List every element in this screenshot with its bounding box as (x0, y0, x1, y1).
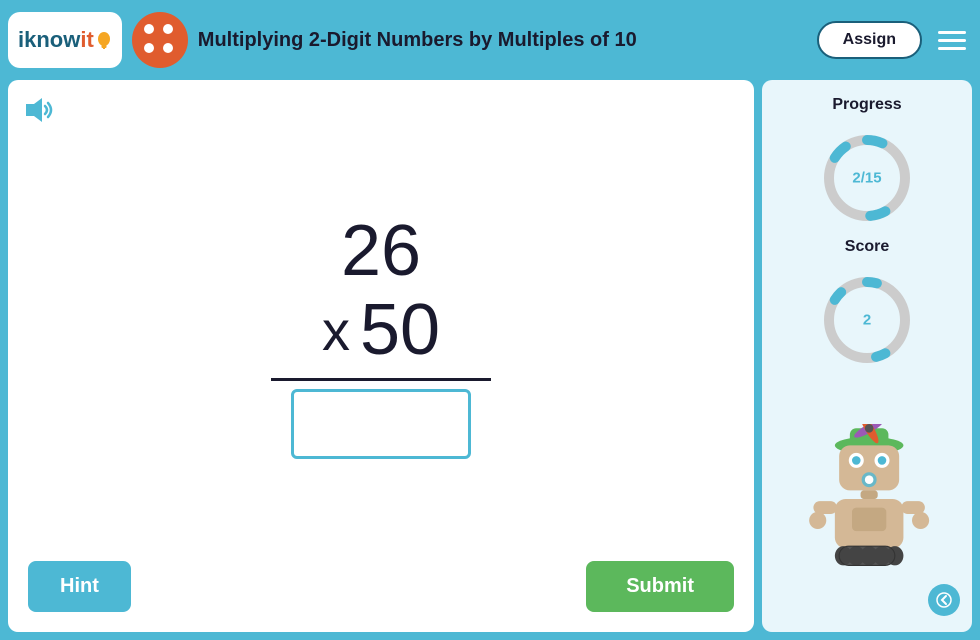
progress-value: 2/15 (852, 170, 881, 187)
audio-button[interactable] (24, 96, 56, 130)
progress-label: Progress (832, 96, 901, 114)
hint-button[interactable]: Hint (28, 561, 131, 612)
top-number: 26 (341, 212, 421, 291)
submit-button[interactable]: Submit (586, 561, 734, 612)
lesson-title: Multiplying 2-Digit Numbers by Multiples… (198, 29, 807, 52)
bottom-buttons: Hint Submit (28, 551, 734, 612)
assign-button[interactable]: Assign (817, 21, 922, 59)
robot-mascot (774, 380, 960, 574)
dice-dots (144, 24, 176, 56)
operator: x (322, 298, 350, 363)
divider-line (271, 378, 491, 381)
back-button[interactable] (928, 584, 960, 616)
math-problem: 26 x 50 (28, 100, 734, 551)
logo-bulb-icon (96, 30, 112, 50)
back-icon (936, 592, 952, 608)
score-donut: 2 (817, 270, 917, 370)
robot-svg (802, 424, 932, 574)
menu-button[interactable] (932, 25, 972, 56)
score-value: 2 (863, 312, 871, 329)
answer-input[interactable] (291, 389, 471, 459)
score-label: Score (845, 238, 889, 256)
logo: iknowit (8, 12, 122, 68)
multiplier-row: x 50 (322, 291, 440, 370)
hamburger-line-1 (938, 31, 966, 34)
bottom-number: 50 (360, 291, 440, 370)
hamburger-line-2 (938, 39, 966, 42)
audio-icon (24, 96, 56, 124)
problem-panel: 26 x 50 Hint Submit (8, 80, 754, 632)
lesson-icon (132, 12, 188, 68)
logo-text: iknow (18, 27, 80, 53)
sidebar-panel: Progress 2/15 Score 2 (762, 80, 972, 632)
hamburger-line-3 (938, 47, 966, 50)
progress-donut: 2/15 (817, 128, 917, 228)
